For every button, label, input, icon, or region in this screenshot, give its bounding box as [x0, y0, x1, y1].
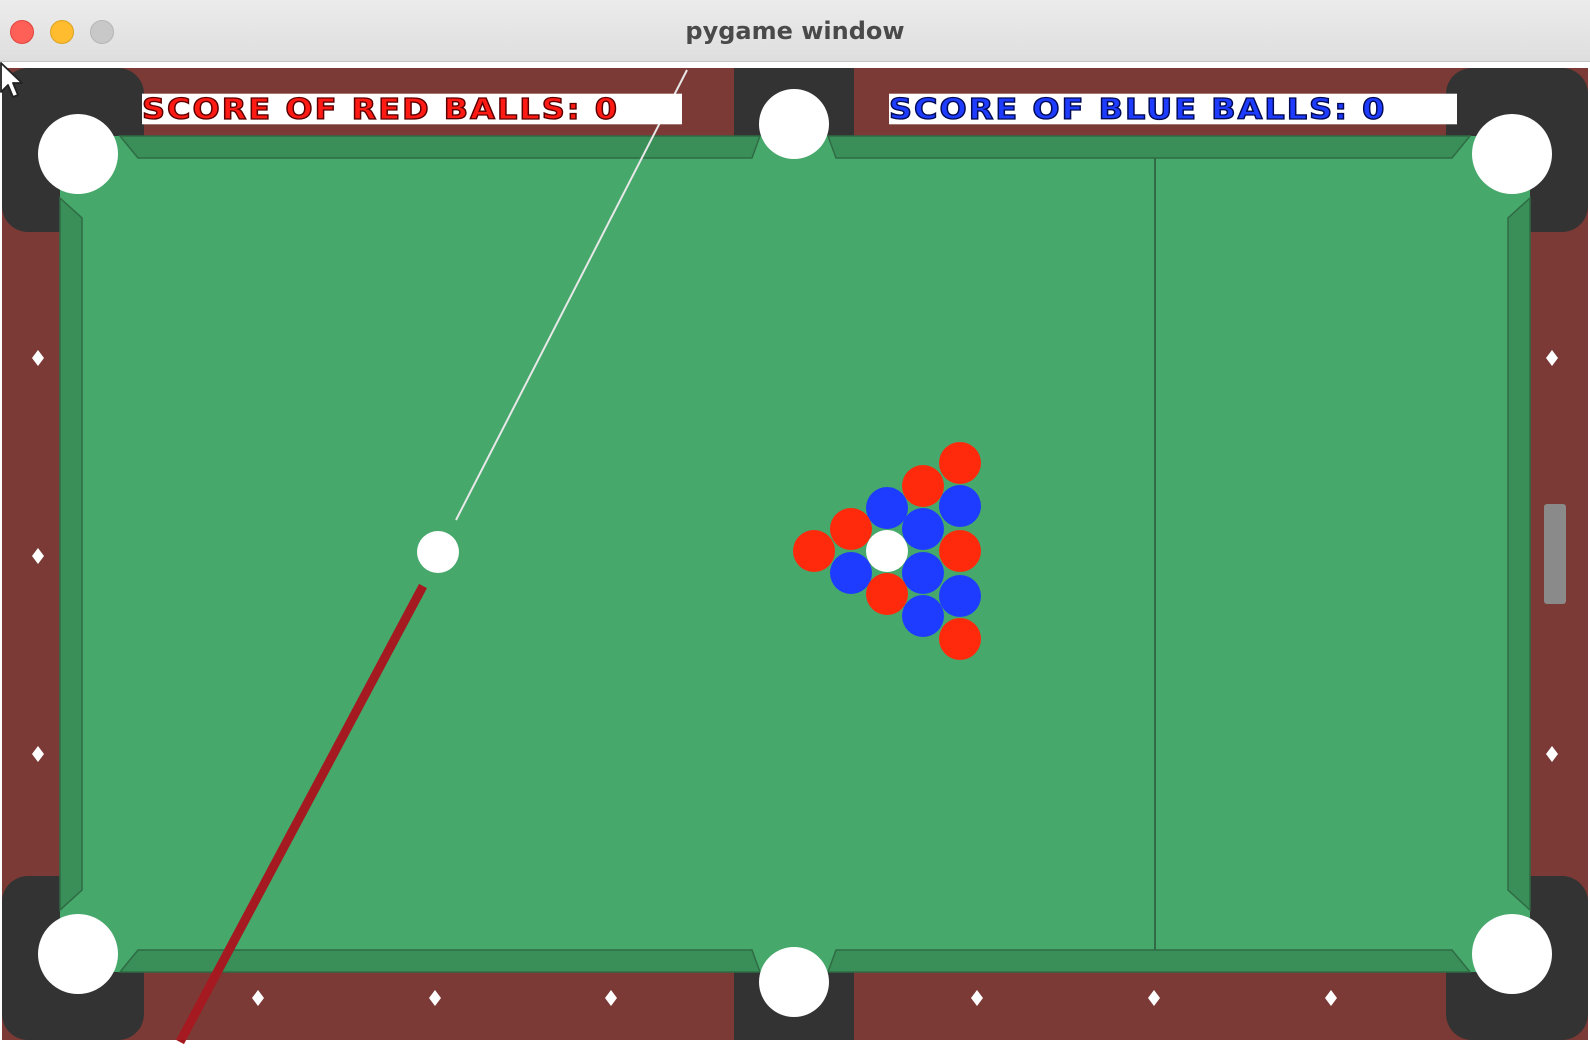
- pocket-top-left: [38, 114, 118, 194]
- blue-ball: [902, 552, 944, 594]
- blue-ball: [939, 575, 981, 617]
- blue-score-label: SCORE OF BLUE BALLS: 0: [889, 93, 1457, 125]
- pocket-bottom-right: [1472, 914, 1552, 994]
- window-title: pygame window: [685, 17, 905, 45]
- pool-table: [2, 68, 1588, 1045]
- cushion-bottom-right: [826, 949, 1472, 973]
- cushion-top-left: [118, 135, 762, 159]
- red-ball: [866, 573, 908, 615]
- red-ball: [939, 618, 981, 660]
- pocket-top-right: [1472, 114, 1552, 194]
- mouse-pointer-icon: [0, 62, 23, 98]
- blue-ball: [866, 487, 908, 529]
- game-canvas[interactable]: SCORE OF RED BALLS: 0 SCORE OF BLUE BALL…: [0, 62, 1590, 1062]
- cushion-top-right: [826, 135, 1472, 159]
- cushion-left: [59, 196, 83, 912]
- red-ball: [939, 442, 981, 484]
- blue-ball: [830, 552, 872, 594]
- window-titlebar: pygame window: [0, 0, 1590, 62]
- red-ball: [793, 530, 835, 572]
- pocket-top-middle: [759, 89, 829, 159]
- blue-ball: [939, 485, 981, 527]
- blue-ball: [902, 595, 944, 637]
- red-ball: [902, 465, 944, 507]
- red-ball: [830, 508, 872, 550]
- blue-ball: [902, 508, 944, 550]
- pocket-bottom-middle: [759, 947, 829, 1017]
- white-ball: [866, 530, 908, 572]
- red-score-label: SCORE OF RED BALLS: 0: [142, 93, 682, 125]
- cue-ball[interactable]: [417, 531, 459, 573]
- rail-handle: [1544, 504, 1566, 604]
- red-ball: [939, 530, 981, 572]
- pocket-bottom-left: [38, 914, 118, 994]
- cushion-right: [1507, 196, 1531, 912]
